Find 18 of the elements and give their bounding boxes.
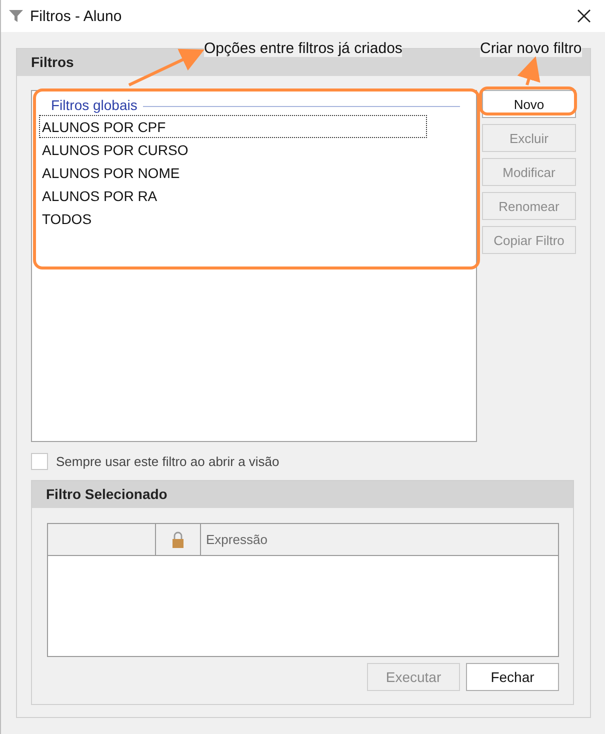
list-item[interactable]: ALUNOS POR NOME bbox=[39, 161, 427, 184]
filter-icon bbox=[8, 8, 24, 24]
checkbox-label: Sempre usar este filtro ao abrir a visão bbox=[56, 454, 280, 468]
callout-arrow bbox=[517, 56, 540, 86]
close-icon[interactable] bbox=[577, 9, 591, 23]
list-item[interactable]: ALUNOS POR CURSO bbox=[39, 138, 427, 161]
section-header: Filtros globais bbox=[51, 97, 138, 113]
callout-text: Criar novo filtro bbox=[480, 40, 582, 57]
column-header: Expressão bbox=[205, 531, 268, 549]
list-item[interactable]: ALUNOS POR RA bbox=[39, 184, 427, 207]
dialog-button[interactable]: Fechar bbox=[466, 663, 559, 691]
panel-title: Filtro Selecionado bbox=[32, 481, 573, 508]
lock-icon bbox=[171, 530, 185, 548]
list-item[interactable]: ALUNOS POR CPF bbox=[39, 115, 427, 138]
window-title: Filtros - Aluno bbox=[30, 8, 123, 24]
list-item[interactable]: TODOS bbox=[39, 207, 427, 230]
callout-text: Opções entre filtros já criados bbox=[204, 40, 402, 57]
checkbox[interactable] bbox=[31, 452, 48, 470]
